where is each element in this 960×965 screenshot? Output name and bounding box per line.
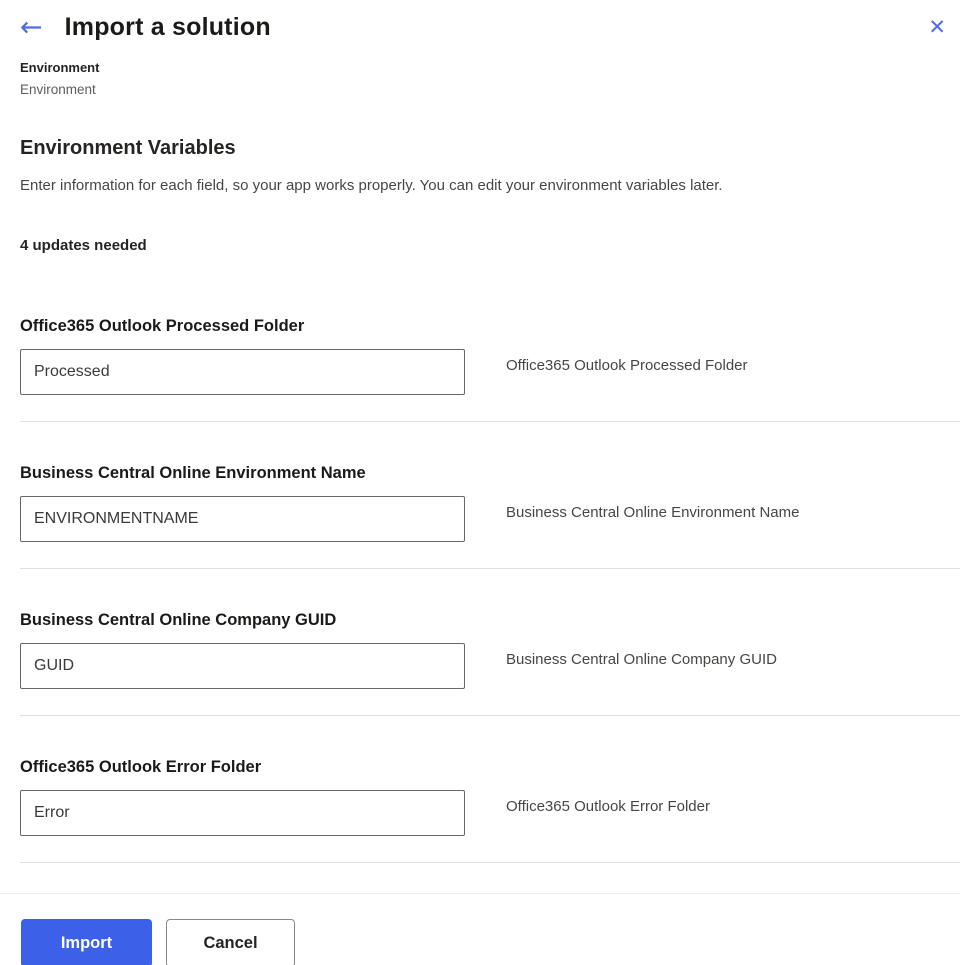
error-folder-input[interactable] [20,790,465,836]
field-bc-company-guid: Business Central Online Company GUID Bus… [20,611,960,716]
field-row: Business Central Online Company GUID [20,643,960,689]
divider [20,568,960,569]
divider [20,421,960,422]
field-description: Office365 Outlook Error Folder [506,790,710,815]
environment-value: Environment [20,82,960,97]
divider [20,862,960,863]
back-arrow-icon: ← [20,12,43,43]
processed-folder-input[interactable] [20,349,465,395]
environment-variables-section: Environment Variables Enter information … [0,97,960,254]
updates-needed-notice: 4 updates needed [20,237,960,254]
panel-header: ← Import a solution ✕ [0,0,960,46]
cancel-button[interactable]: Cancel [166,919,295,965]
field-office365-processed-folder: Office365 Outlook Processed Folder Offic… [20,317,960,422]
divider [20,715,960,716]
fields-list: Office365 Outlook Processed Folder Offic… [0,317,960,863]
field-label: Business Central Online Environment Name [20,464,960,483]
environment-name-input[interactable] [20,496,465,542]
close-icon: ✕ [928,15,946,39]
import-button[interactable]: Import [21,919,152,965]
field-label: Business Central Online Company GUID [20,611,960,630]
environment-meta: Environment Environment [0,46,960,97]
section-heading: Environment Variables [20,137,960,160]
field-office365-error-folder: Office365 Outlook Error Folder Office365… [20,758,960,863]
section-description: Enter information for each field, so you… [20,177,960,194]
page-title: Import a solution [65,13,271,42]
field-row: Office365 Outlook Error Folder [20,790,960,836]
back-button[interactable]: ← [20,14,43,41]
footer-actions: Import Cancel [0,894,960,965]
environment-label: Environment [20,60,960,75]
company-guid-input[interactable] [20,643,465,689]
close-button[interactable]: ✕ [928,17,946,38]
field-label: Office365 Outlook Error Folder [20,758,960,777]
field-bc-environment-name: Business Central Online Environment Name… [20,464,960,569]
field-row: Business Central Online Environment Name [20,496,960,542]
field-label: Office365 Outlook Processed Folder [20,317,960,336]
import-solution-panel: ← Import a solution ✕ Environment Enviro… [0,0,960,965]
field-row: Office365 Outlook Processed Folder [20,349,960,395]
field-description: Business Central Online Environment Name [506,496,799,521]
field-description: Business Central Online Company GUID [506,643,777,668]
field-description: Office365 Outlook Processed Folder [506,349,748,374]
